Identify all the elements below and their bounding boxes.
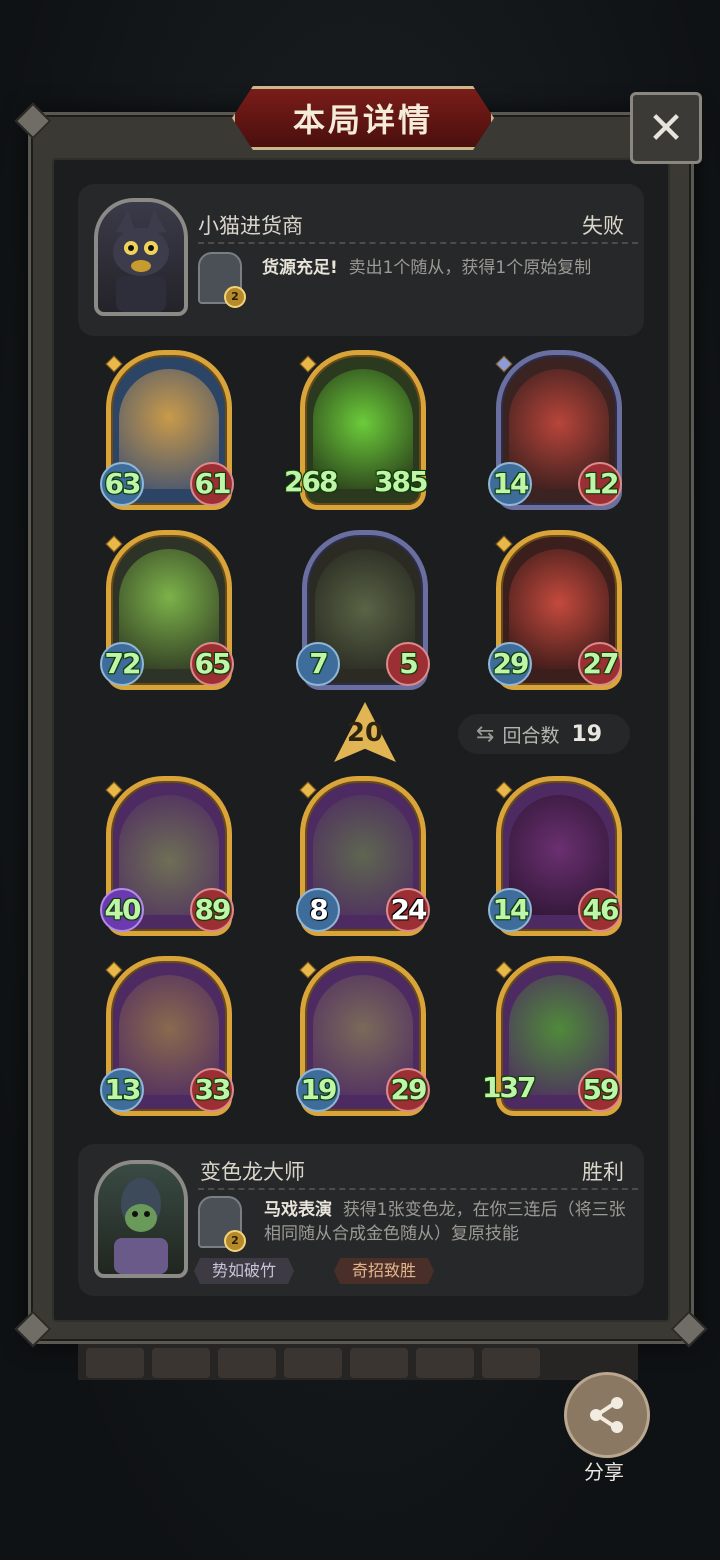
close-button[interactable]: ✕ — [630, 92, 702, 164]
hero-thumbnail — [482, 1348, 540, 1378]
chameleon-master-icon — [114, 1178, 168, 1274]
refresh-icon: ⇆ — [476, 721, 495, 747]
page-title: 本局详情 — [292, 101, 433, 139]
round-counter: ⇆ 回合数 19 — [458, 714, 630, 754]
health-stat: 33 — [190, 1068, 234, 1112]
skill-name: 货源充足! — [262, 258, 338, 278]
share-icon — [590, 1397, 623, 1433]
player-skill: 马戏表演 获得1张变色龙，在你三连后（将三张相同随从合成金色随从）复原技能 — [264, 1198, 636, 1246]
divider — [198, 242, 638, 244]
round-label: 回合数 — [502, 724, 560, 747]
hero-thumbnail — [284, 1348, 342, 1378]
health-stat: 59 — [578, 1068, 622, 1112]
share-button[interactable] — [564, 1372, 650, 1458]
health-stat: 24 — [386, 888, 430, 932]
opponent-name: 小猫进货商 — [198, 214, 303, 238]
attack-stat: 7 — [296, 642, 340, 686]
skill-name: 马戏表演 — [264, 1200, 332, 1220]
health-stat: 61 — [190, 462, 234, 506]
hero-thumbnail — [416, 1348, 474, 1378]
share-label: 分享 — [584, 1460, 624, 1484]
health-stat: 46 — [578, 888, 622, 932]
health-stat: 12 — [578, 462, 622, 506]
attack-stat: 40 — [100, 888, 144, 932]
skill-description: 卖出1个随从，获得1个原始复制 — [348, 258, 592, 278]
attack-stat: 268 — [284, 465, 338, 498]
attack-stat: 19 — [296, 1068, 340, 1112]
attack-stat: 14 — [488, 888, 532, 932]
opponent-portrait[interactable] — [94, 198, 188, 316]
attack-stat: 13 — [100, 1068, 144, 1112]
health-stat: 385 — [374, 465, 428, 498]
player-result: 胜利 — [582, 1160, 624, 1184]
attack-stat: 63 — [100, 462, 144, 506]
attack-stat: 72 — [100, 642, 144, 686]
health-stat: 29 — [386, 1068, 430, 1112]
health-stat: 89 — [190, 888, 234, 932]
hero-thumbnail — [218, 1348, 276, 1378]
attack-stat: 8 — [296, 888, 340, 932]
hero-thumbnail — [152, 1348, 210, 1378]
cat-merchant-icon — [113, 210, 169, 312]
attack-stat: 137 — [482, 1071, 536, 1104]
health-stat: 27 — [578, 642, 622, 686]
hero-thumbnail — [350, 1348, 408, 1378]
player-portrait[interactable] — [94, 1160, 188, 1278]
divider — [198, 1188, 638, 1190]
health-stat: 65 — [190, 642, 234, 686]
tavern-tier: 20 — [346, 718, 384, 748]
round-value: 19 — [571, 721, 603, 747]
achievement-tag: 奇招致胜 — [334, 1258, 435, 1284]
opponent-skill: 货源充足! 卖出1个随从，获得1个原始复制 — [262, 256, 634, 280]
hero-power-level: 2 — [224, 1230, 246, 1252]
opponent-result: 失败 — [582, 214, 624, 238]
player-name: 变色龙大师 — [200, 1160, 305, 1184]
attack-stat: 29 — [488, 642, 532, 686]
title-banner: 本局详情 — [232, 86, 494, 150]
close-icon: ✕ — [647, 102, 685, 154]
health-stat: 5 — [386, 642, 430, 686]
hero-thumbnail — [86, 1348, 144, 1378]
hero-power-level: 2 — [224, 286, 246, 308]
achievement-tag: 势如破竹 — [194, 1258, 295, 1284]
attack-stat: 14 — [488, 462, 532, 506]
